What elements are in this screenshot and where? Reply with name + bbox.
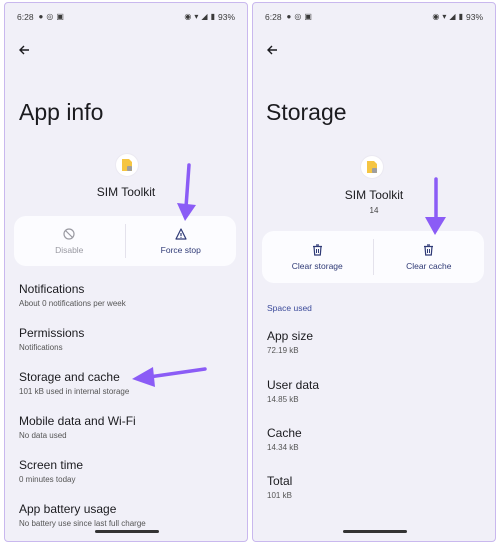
app-info-screen: 6:28 ● ◎ ▣ ◉ ▾ ◢ ▮ 93% App info SIM Tool… bbox=[4, 2, 248, 542]
status-bar: 6:28 ● ◎ ▣ ◉ ▾ ◢ ▮ 93% bbox=[17, 10, 235, 24]
list-item-subtitle: 0 minutes today bbox=[19, 475, 76, 484]
page-title: App info bbox=[19, 99, 104, 125]
total-item: Total 101 kB bbox=[267, 474, 485, 500]
force-stop-label: Force stop bbox=[160, 244, 201, 255]
list-item-title: App size bbox=[267, 329, 314, 343]
notification-icons: ● ◎ ▣ bbox=[39, 13, 64, 21]
list-item-subtitle: 101 kB used in internal storage bbox=[19, 387, 130, 396]
app-size-item: App size 72.19 kB bbox=[267, 329, 485, 355]
disable-icon bbox=[63, 227, 75, 240]
permissions-item[interactable]: Permissions Notifications bbox=[19, 326, 237, 352]
chat-icon: ● bbox=[38, 12, 44, 21]
battery-icon: ▮ bbox=[458, 12, 463, 21]
back-button[interactable] bbox=[263, 41, 281, 59]
list-item-title: Screen time bbox=[19, 458, 84, 472]
wifi-icon: ▾ bbox=[194, 12, 199, 21]
storage-screen: 6:28 ● ◎ ▣ ◉ ▾ ◢ ▮ 93% Storage SIM Toolk… bbox=[252, 2, 496, 542]
back-arrow-icon bbox=[19, 45, 29, 55]
list-item-title: Cache bbox=[267, 426, 302, 440]
battery-usage-item[interactable]: App battery usage No battery use since l… bbox=[19, 502, 237, 528]
clear-cache-button[interactable]: Clear cache bbox=[374, 231, 485, 283]
user-data-item: User data 14.85 kB bbox=[267, 378, 485, 404]
notification-icons: ● ◎ ▣ bbox=[287, 13, 312, 21]
eye-icon: ◉ bbox=[184, 12, 192, 21]
list-item-title: Notifications bbox=[19, 282, 85, 296]
page-title: Storage bbox=[266, 99, 347, 125]
mobile-data-item[interactable]: Mobile data and Wi-Fi No data used bbox=[19, 414, 237, 440]
list-item-subtitle: Notifications bbox=[19, 343, 63, 352]
wifi-icon: ▾ bbox=[442, 12, 447, 21]
app-actions-card: Disable Force stop bbox=[14, 216, 236, 266]
gesture-nav-handle[interactable] bbox=[95, 530, 159, 533]
app-name: SIM Toolkit bbox=[96, 185, 156, 199]
list-item-title: Total bbox=[267, 474, 293, 488]
clear-cache-label: Clear cache bbox=[406, 260, 452, 271]
battery-icon: ▮ bbox=[210, 12, 215, 21]
list-item-title: App battery usage bbox=[19, 502, 117, 516]
app-version: 14 bbox=[369, 206, 379, 215]
storage-and-cache-item[interactable]: Storage and cache 101 kB used in interna… bbox=[19, 370, 237, 396]
app-name: SIM Toolkit bbox=[344, 188, 404, 202]
status-time: 6:28 bbox=[265, 12, 282, 22]
eye-icon: ◉ bbox=[432, 12, 440, 21]
sync-icon: ◎ bbox=[46, 12, 54, 21]
status-time: 6:28 bbox=[17, 12, 34, 22]
signal-icon: ◢ bbox=[449, 12, 456, 21]
list-item-value: 101 kB bbox=[267, 491, 292, 500]
list-item-subtitle: About 0 notifications per week bbox=[19, 299, 126, 308]
sim-card-icon bbox=[122, 159, 132, 171]
battery-percent: 93% bbox=[217, 12, 235, 22]
list-item-title: Mobile data and Wi-Fi bbox=[19, 414, 136, 428]
trash-icon bbox=[312, 243, 322, 256]
list-item-value: 72.19 kB bbox=[267, 346, 299, 355]
cache-item: Cache 14.34 kB bbox=[267, 426, 485, 452]
list-item-title: Storage and cache bbox=[19, 370, 120, 384]
section-header: Space used bbox=[267, 303, 312, 313]
sim-toolkit-app-icon bbox=[361, 156, 383, 178]
disable-button[interactable]: Disable bbox=[14, 216, 125, 266]
list-item-value: 14.34 kB bbox=[267, 443, 299, 452]
gesture-nav-handle[interactable] bbox=[343, 530, 407, 533]
gallery-icon: ▣ bbox=[56, 12, 64, 21]
gallery-icon: ▣ bbox=[304, 12, 312, 21]
chat-icon: ● bbox=[286, 12, 292, 21]
force-stop-button[interactable]: Force stop bbox=[126, 216, 237, 266]
clear-storage-button[interactable]: Clear storage bbox=[262, 231, 373, 283]
clear-storage-label: Clear storage bbox=[291, 260, 343, 271]
screen-time-item[interactable]: Screen time 0 minutes today bbox=[19, 458, 237, 484]
list-item-title: Permissions bbox=[19, 326, 85, 340]
list-item-subtitle: No data used bbox=[19, 431, 67, 440]
sim-toolkit-app-icon bbox=[116, 154, 138, 176]
status-bar: 6:28 ● ◎ ▣ ◉ ▾ ◢ ▮ 93% bbox=[265, 10, 483, 24]
signal-icon: ◢ bbox=[201, 12, 208, 21]
back-button[interactable] bbox=[15, 41, 33, 59]
back-arrow-icon bbox=[267, 45, 277, 55]
warning-icon bbox=[175, 227, 187, 240]
list-item-subtitle: No battery use since last full charge bbox=[19, 519, 146, 528]
disable-label: Disable bbox=[55, 244, 84, 255]
battery-percent: 93% bbox=[465, 12, 483, 22]
notifications-item[interactable]: Notifications About 0 notifications per … bbox=[19, 282, 237, 308]
list-item-title: User data bbox=[267, 378, 320, 392]
list-item-value: 14.85 kB bbox=[267, 395, 299, 404]
sync-icon: ◎ bbox=[294, 12, 302, 21]
storage-actions-card: Clear storage Clear cache bbox=[262, 231, 484, 283]
trash-icon bbox=[424, 243, 434, 256]
sim-card-icon bbox=[367, 161, 377, 173]
